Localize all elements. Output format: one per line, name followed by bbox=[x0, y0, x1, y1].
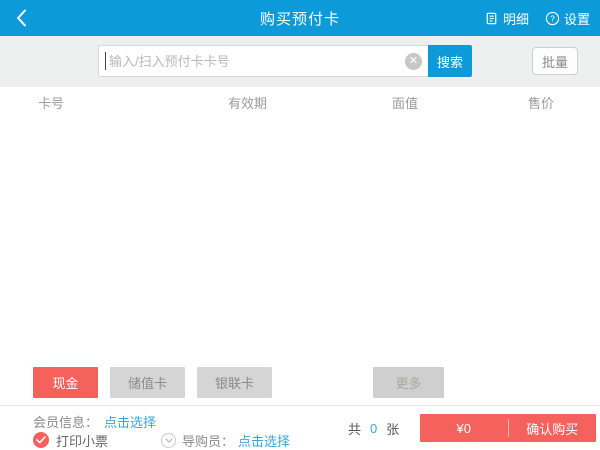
title-bar: 购买预付卡 明细 ? 设置 bbox=[0, 0, 600, 36]
print-receipt-label: 打印小票 bbox=[56, 431, 108, 450]
count-prefix: 共 bbox=[348, 419, 361, 438]
count-suffix: 张 bbox=[386, 419, 399, 438]
settings-button[interactable]: ? 设置 bbox=[545, 9, 590, 28]
column-header-face-value: 面值 bbox=[392, 93, 418, 112]
card-number-input[interactable] bbox=[98, 45, 428, 77]
table-header-row: 卡号 有效期 面值 售价 bbox=[0, 87, 600, 115]
confirm-purchase-button[interactable]: ¥0 确认购买 bbox=[420, 414, 596, 442]
settings-label: 设置 bbox=[564, 9, 590, 28]
detail-button[interactable]: 明细 bbox=[484, 9, 529, 28]
footer-divider bbox=[0, 405, 600, 406]
buy-prepaid-card-page: 购买预付卡 明细 ? 设置 ✕ 搜索 批量 卡号 有效期 面值 售价 bbox=[0, 0, 600, 450]
chevron-down-icon bbox=[165, 438, 173, 443]
pay-stored-card-button[interactable]: 储值卡 bbox=[110, 367, 185, 398]
guide-select-link[interactable]: 点击选择 bbox=[238, 431, 290, 450]
detail-label: 明细 bbox=[503, 9, 529, 28]
member-info-row: 会员信息： 点击选择 bbox=[33, 412, 156, 431]
batch-button[interactable]: 批量 bbox=[532, 47, 578, 75]
options-row: 打印小票 导购员： 点击选择 bbox=[33, 431, 290, 449]
column-header-expiry: 有效期 bbox=[228, 93, 267, 112]
text-caret bbox=[105, 52, 106, 70]
clear-input-icon[interactable]: ✕ bbox=[405, 53, 422, 70]
column-header-price: 售价 bbox=[528, 93, 554, 112]
guide-label: 导购员： bbox=[182, 431, 234, 450]
header-actions: 明细 ? 设置 bbox=[484, 0, 590, 36]
column-header-card-number: 卡号 bbox=[38, 93, 64, 112]
pay-more-button[interactable]: 更多 bbox=[373, 367, 444, 398]
member-select-link[interactable]: 点击选择 bbox=[104, 412, 156, 431]
search-button[interactable]: 搜索 bbox=[428, 45, 472, 77]
member-info-label: 会员信息： bbox=[33, 412, 98, 431]
document-list-icon bbox=[484, 11, 499, 26]
check-icon bbox=[36, 436, 46, 444]
confirm-label: 确认购买 bbox=[509, 414, 597, 442]
card-count: 共 0 张 bbox=[348, 414, 399, 442]
pay-cash-button[interactable]: 现金 bbox=[33, 367, 98, 398]
svg-text:?: ? bbox=[550, 13, 555, 23]
total-amount: ¥0 bbox=[420, 414, 508, 442]
question-circle-icon: ? bbox=[545, 11, 560, 26]
count-value: 0 bbox=[370, 421, 377, 436]
pay-unionpay-button[interactable]: 银联卡 bbox=[197, 367, 272, 398]
print-receipt-checkbox[interactable] bbox=[33, 432, 49, 448]
guide-dropdown-toggle[interactable] bbox=[161, 433, 176, 448]
